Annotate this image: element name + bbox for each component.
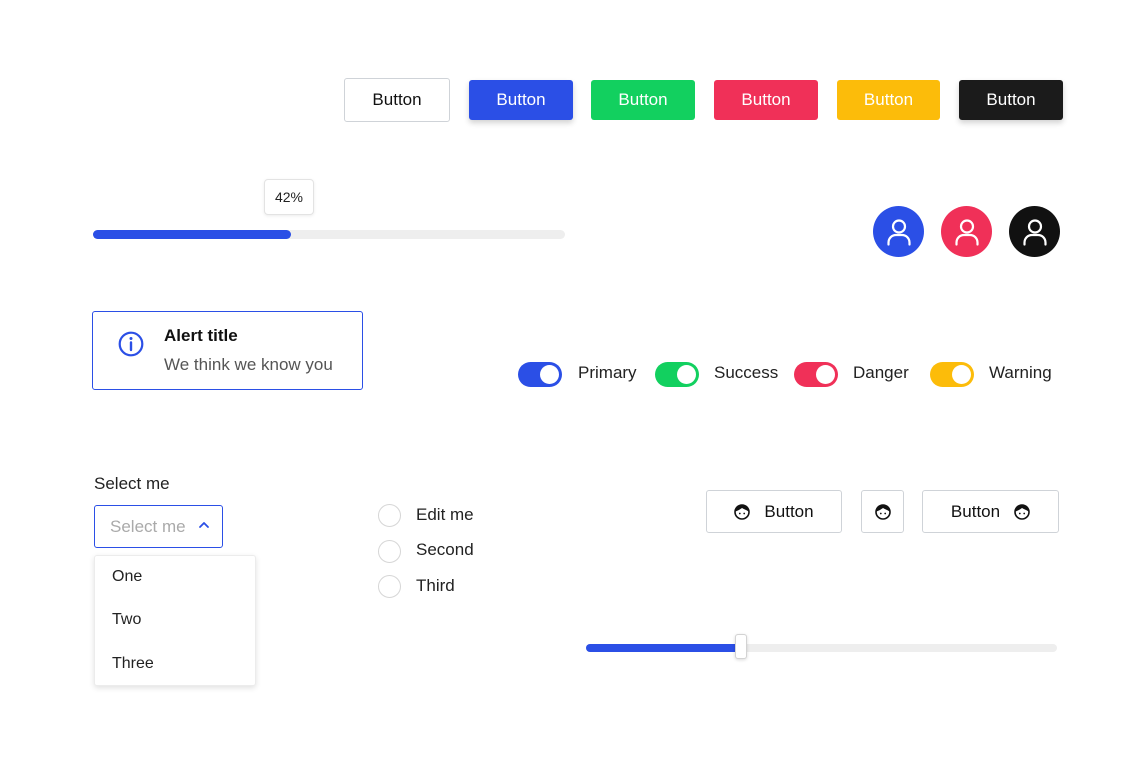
- face-icon: [734, 503, 751, 520]
- radio-second-label: Second: [416, 540, 474, 559]
- slider-thumb[interactable]: [735, 634, 748, 659]
- toggle-danger-label: Danger: [853, 363, 909, 382]
- success-button[interactable]: Button: [591, 80, 695, 120]
- icon-right-button[interactable]: Button: [922, 490, 1059, 533]
- toggle-warning[interactable]: [930, 362, 974, 387]
- info-icon: [118, 331, 144, 357]
- avatar-primary[interactable]: [873, 206, 924, 257]
- icon-left-button-label: Button: [764, 501, 814, 521]
- chevron-up-icon[interactable]: [198, 519, 210, 531]
- user-icon: [886, 218, 911, 246]
- toggle-primary-label: Primary: [578, 363, 637, 382]
- avatar-dark[interactable]: [1009, 206, 1060, 257]
- progress-fill: [93, 230, 292, 239]
- radio-edit-me[interactable]: [378, 504, 401, 527]
- warning-button[interactable]: Button: [837, 80, 940, 120]
- progress-tooltip: 42%: [264, 179, 314, 215]
- progress-bar: [93, 230, 565, 239]
- select-dropdown: One Two Three: [94, 555, 256, 686]
- icon-left-button[interactable]: Button: [706, 490, 842, 533]
- slider[interactable]: [586, 634, 1057, 659]
- alert-message: We think we know you: [164, 355, 333, 374]
- dark-button[interactable]: Button: [959, 80, 1063, 120]
- toggle-danger[interactable]: [794, 362, 838, 387]
- toggle-knob: [540, 365, 559, 384]
- alert-title: Alert title: [164, 326, 238, 345]
- outline-button[interactable]: Button: [344, 78, 450, 122]
- user-icon: [1022, 218, 1047, 246]
- select-option-two[interactable]: Two: [112, 611, 141, 629]
- select-option-three[interactable]: Three: [112, 655, 154, 673]
- avatar-danger[interactable]: [941, 206, 992, 257]
- primary-button[interactable]: Button: [469, 80, 573, 120]
- face-icon: [874, 503, 891, 520]
- select-placeholder: Select me: [110, 516, 186, 536]
- danger-button[interactable]: Button: [714, 80, 818, 120]
- radio-third[interactable]: [378, 575, 401, 598]
- select-option-one[interactable]: One: [112, 568, 142, 586]
- toggle-success-label: Success: [714, 363, 779, 382]
- toggle-warning-label: Warning: [989, 363, 1052, 382]
- select-label: Select me: [94, 474, 170, 493]
- slider-fill: [586, 644, 742, 652]
- toggle-knob: [952, 365, 971, 384]
- icon-right-button-label: Button: [950, 501, 1001, 521]
- alert: Alert title We think we know you: [92, 311, 363, 390]
- face-icon: [1014, 503, 1030, 520]
- icon-only-button[interactable]: [861, 490, 904, 533]
- toggle-success[interactable]: [655, 362, 699, 387]
- radio-second[interactable]: [378, 540, 401, 563]
- radio-edit-me-label: Edit me: [416, 505, 474, 524]
- user-icon: [954, 218, 979, 246]
- toggle-knob: [816, 365, 835, 384]
- toggle-primary[interactable]: [518, 362, 562, 387]
- radio-third-label: Third: [416, 576, 455, 595]
- toggle-knob: [677, 365, 696, 384]
